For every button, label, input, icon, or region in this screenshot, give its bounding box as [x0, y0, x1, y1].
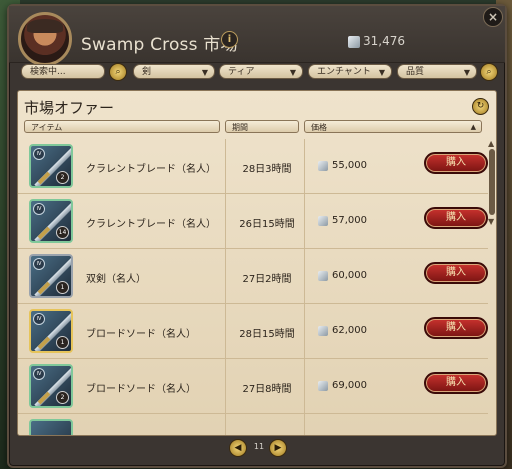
pagination: ◀ 11 ▶ [229, 439, 289, 457]
chevron-down-icon: ▼ [378, 68, 385, 77]
item-name: 双剣（名人） [86, 274, 146, 285]
hilt-graphic [37, 226, 51, 240]
chevron-down-icon: ▼ [463, 68, 470, 77]
scroll-thumb[interactable] [489, 149, 495, 215]
hilt-graphic [37, 281, 51, 295]
offer-row: IV 2 ブロードソード（名人） 27日8時間 69,000 購入 [18, 359, 488, 414]
refresh-button[interactable]: ↻ [472, 98, 489, 115]
page-number: 11 [253, 442, 265, 451]
category-label: 剣 [142, 67, 152, 77]
scroll-down-icon[interactable]: ▼ [488, 217, 494, 226]
enchant-badge: 2 [56, 391, 69, 404]
market-window: Swamp Cross 市場 i 31,476 × 検索中... ⌕ 剣 ▼ テ… [7, 4, 507, 468]
hilt-graphic [37, 391, 51, 405]
quality-dropdown[interactable]: 品質 ▼ [397, 64, 477, 79]
offer-row: IV 14 クラレントブレード（名人） 26日15時間 57,000 購入 [18, 194, 488, 249]
broadsword-icon[interactable]: IV 1 [29, 309, 73, 353]
enchant-dropdown[interactable]: エンチャント ▼ [308, 64, 392, 79]
info-icon[interactable]: i [221, 31, 238, 48]
sword-icon[interactable] [29, 419, 73, 435]
sort-ascending-icon: ▲ [470, 123, 476, 131]
offer-row: IV 1 双剣（名人） 27日2時間 60,000 購入 [18, 249, 488, 304]
close-button[interactable]: × [483, 7, 503, 27]
offer-row: IV 1 ブロードソード（名人） 28日15時間 62,000 購入 [18, 304, 488, 359]
column-header-item[interactable]: アイテム [24, 120, 220, 133]
tier-badge: IV [33, 368, 45, 380]
hilt-graphic [37, 336, 51, 350]
item-name: クラレントブレード（名人） [86, 219, 216, 230]
silver-coins-icon [348, 36, 360, 48]
buy-button[interactable]: 購入 [424, 207, 488, 229]
search-placeholder: 検索中... [30, 67, 66, 77]
item-name: ブロードソード（名人） [86, 384, 196, 395]
search-button[interactable]: ⌕ [109, 63, 127, 81]
offers-list: IV 2 クラレントブレード（名人） 28日3時間 55,000 購入 IV 1… [18, 139, 488, 435]
previous-page-button[interactable]: ◀ [229, 439, 247, 457]
enchant-badge: 2 [56, 171, 69, 184]
offer-price: 69,000 [332, 380, 367, 391]
offer-row-partial [18, 414, 488, 435]
refresh-icon: ↻ [476, 101, 485, 111]
search-icon: ⌕ [486, 67, 492, 77]
offer-price: 55,000 [332, 160, 367, 171]
tier-badge: IV [33, 203, 45, 215]
next-page-button[interactable]: ▶ [269, 439, 287, 457]
offers-panel: 市場オファー ↻ アイテム 期間 価格 ▲ IV 2 クラレントブレード（名人）… [17, 90, 497, 436]
scroll-up-icon[interactable]: ▲ [488, 139, 494, 148]
offer-duration: 27日2時間 [242, 274, 292, 285]
offer-price: 60,000 [332, 270, 367, 281]
quality-label: 品質 [406, 67, 425, 77]
enchant-badge: 1 [56, 336, 69, 349]
enchant-badge: 1 [56, 281, 69, 294]
broadsword-icon[interactable]: IV 2 [29, 364, 73, 408]
window-header: Swamp Cross 市場 i 31,476 × [9, 6, 505, 66]
column-header-duration[interactable]: 期間 [225, 120, 299, 133]
enchant-label: エンチャント [317, 67, 371, 77]
silver-amount: 31,476 [363, 34, 405, 48]
sword-icon[interactable]: IV 2 [29, 144, 73, 188]
column-duration-label: 期間 [232, 123, 248, 132]
offer-price: 62,000 [332, 325, 367, 336]
window-title: Swamp Cross 市場 [81, 35, 238, 55]
buy-button[interactable]: 購入 [424, 372, 488, 394]
panel-title: 市場オファー [24, 99, 115, 117]
tier-badge: IV [33, 258, 45, 270]
buy-button[interactable]: 購入 [424, 152, 488, 174]
search-input[interactable]: 検索中... [21, 64, 105, 79]
silver-coins-icon [318, 326, 328, 336]
tier-dropdown[interactable]: ティア ▼ [219, 64, 303, 79]
offer-duration: 27日8時間 [242, 384, 292, 395]
silver-coins-icon [318, 161, 328, 171]
apply-filter-button[interactable]: ⌕ [480, 63, 498, 81]
offer-duration: 28日3時間 [242, 164, 292, 175]
npc-avatar [18, 12, 72, 66]
buy-button[interactable]: 購入 [424, 262, 488, 284]
column-price-label: 価格 [311, 123, 327, 132]
search-icon: ⌕ [115, 67, 121, 77]
hilt-graphic [37, 171, 51, 185]
category-dropdown[interactable]: 剣 ▼ [133, 64, 215, 79]
silver-coins-icon [318, 271, 328, 281]
tier-badge: IV [33, 148, 45, 160]
dual-swords-icon[interactable]: IV 1 [29, 254, 73, 298]
chevron-down-icon: ▼ [201, 68, 208, 77]
tier-badge: IV [33, 313, 45, 325]
offer-price: 57,000 [332, 215, 367, 226]
item-name: クラレントブレード（名人） [86, 164, 216, 175]
column-header-price[interactable]: 価格 ▲ [304, 120, 482, 133]
chevron-down-icon: ▼ [289, 68, 296, 77]
filter-bar: 検索中... ⌕ 剣 ▼ ティア ▼ エンチャント ▼ 品質 ▼ ⌕ [21, 63, 498, 82]
sword-icon[interactable]: IV 14 [29, 199, 73, 243]
column-item-label: アイテム [31, 123, 63, 132]
silver-coins-icon [318, 216, 328, 226]
buy-button[interactable]: 購入 [424, 317, 488, 339]
silver-coins-icon [318, 381, 328, 391]
offer-duration: 26日15時間 [239, 219, 295, 230]
offer-row: IV 2 クラレントブレード（名人） 28日3時間 55,000 購入 [18, 139, 488, 194]
offer-duration: 28日15時間 [239, 329, 295, 340]
enchant-badge: 14 [56, 226, 69, 239]
tier-label: ティア [228, 67, 255, 77]
item-name: ブロードソード（名人） [86, 329, 196, 340]
offers-scrollbar[interactable]: ▲ ▼ [488, 139, 495, 226]
